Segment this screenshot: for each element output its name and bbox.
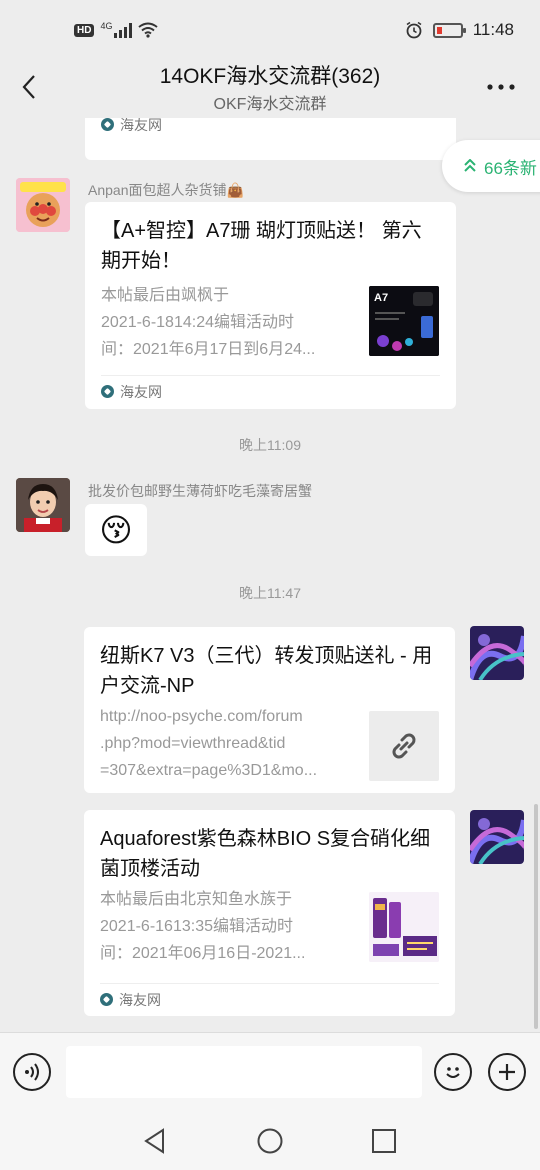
card-source: 海友网 — [120, 383, 162, 400]
triangle-back-icon — [144, 1128, 164, 1154]
link-icon — [392, 733, 416, 759]
circle-home-icon — [257, 1128, 283, 1154]
card-title: 【A+智控】A7珊 瑚灯顶贴送！ 第六期开始！ — [101, 220, 422, 272]
girl-avatar-image — [16, 478, 70, 532]
card-description: 本帖最后由北京知鱼水族于 2021-6-1613:35编辑活动时 间：2021年… — [100, 886, 355, 967]
avatar[interactable] — [16, 178, 70, 232]
thumb-text: A7 — [374, 292, 388, 304]
sender-name: 批发价包邮野生薄荷虾吃毛藻寄居蟹 — [88, 483, 312, 499]
card-thumbnail: A7 — [369, 286, 439, 356]
card-thumbnail — [369, 711, 439, 781]
nav-back-button[interactable] — [138, 1124, 172, 1158]
system-nav-bar — [0, 1110, 540, 1170]
source-icon — [101, 118, 114, 131]
wifi-icon — [138, 22, 159, 38]
timestamp: 晚上11:47 — [239, 585, 301, 601]
anpanman-avatar-image — [16, 178, 70, 232]
card-desc-line: 间：2021年06月16日-2021... — [100, 945, 306, 962]
input-bar — [0, 1032, 540, 1110]
signal-icon — [114, 22, 133, 38]
more-button[interactable] — [484, 72, 518, 102]
card-desc-line: 2021-6-1613:35编辑活动时 — [100, 918, 293, 935]
card-desc-line: 本帖最后由北京知鱼水族于 — [100, 891, 293, 908]
card-desc-line: 本帖最后由飒枫于 — [101, 287, 230, 304]
double-chevron-up-icon — [464, 159, 476, 172]
link-card[interactable]: Aquaforest紫色森林BIO S复合硝化细菌顶楼活动 本帖最后由北京知鱼水… — [84, 810, 455, 1016]
source-icon — [101, 385, 114, 398]
status-left: HD 4G — [74, 21, 159, 38]
card-source: 海友网 — [119, 991, 161, 1008]
hd-badge: HD — [74, 23, 95, 37]
emoji-message[interactable]: 😚 — [85, 504, 147, 556]
voice-button[interactable] — [13, 1053, 51, 1091]
message-input[interactable] — [66, 1046, 422, 1098]
card-desc-line: .php?mod=viewthread&tid — [100, 735, 286, 752]
more-functions-button[interactable] — [488, 1053, 526, 1091]
card-desc-line: 间：2021年6月17日到6月24... — [101, 341, 316, 358]
new-messages-label: 66条新 — [484, 158, 537, 178]
sender-name: Anpan面包超人杂货铺👜 — [88, 182, 244, 198]
smiley-icon — [446, 1067, 460, 1078]
card-desc-line: =307&extra=page%3D1&mo... — [100, 762, 318, 779]
chat-header: 14OKF海水交流群(362) OKF海水交流群 — [0, 56, 540, 118]
coral-avatar-image — [470, 810, 524, 864]
card-description: http://noo-psyche.com/forum .php?mod=vie… — [100, 703, 355, 784]
battery-icon — [432, 22, 466, 38]
bacteria-product-image — [369, 892, 439, 962]
square-recents-icon — [372, 1129, 396, 1153]
status-bar: HD 4G 11:48 — [0, 0, 540, 62]
card-source: 海友网 — [120, 118, 162, 133]
avatar[interactable] — [16, 478, 70, 532]
link-card[interactable]: 【A+智控】A7珊 瑚灯顶贴送！ 第六期开始！ 本帖最后由飒枫于 2021-6-… — [85, 202, 456, 409]
voice-icon — [25, 1063, 39, 1081]
chat-area[interactable]: 海友网 66条新 Anpan面包超人杂货铺👜 【A+智控】A7珊 瑚灯顶贴送！ … — [0, 118, 540, 1032]
card-title: Aquaforest紫色森林BIO S复合硝化细菌顶楼活动 — [100, 828, 431, 880]
nav-home-button[interactable] — [253, 1124, 287, 1158]
my-avatar[interactable] — [470, 810, 524, 864]
alarm-icon — [406, 21, 422, 39]
source-icon — [100, 993, 113, 1006]
card-description: 本帖最后由飒枫于 2021-6-1814:24编辑活动时 间：2021年6月17… — [101, 282, 356, 363]
card-thumbnail — [369, 892, 439, 962]
coral-avatar-image — [470, 626, 524, 680]
my-avatar[interactable] — [470, 626, 524, 680]
link-card[interactable]: 纽斯K7 V3（三代）转发顶贴送礼 - 用户交流-NP http://noo-p… — [84, 627, 455, 793]
kissing-face-emoji: 😚 — [99, 512, 133, 548]
card-desc-line: http://noo-psyche.com/forum — [100, 708, 303, 725]
scrollbar-thumb[interactable] — [534, 804, 538, 1029]
card-footer: 海友网 — [100, 983, 439, 1015]
card-title: 纽斯K7 V3（三代）转发顶贴送礼 - 用户交流-NP — [100, 645, 433, 697]
timestamp: 晚上11:09 — [239, 437, 301, 453]
card-footer: 海友网 — [101, 118, 440, 140]
status-time: 11:48 — [472, 20, 514, 39]
new-messages-button[interactable]: 66条新 — [442, 140, 540, 192]
more-dots-icon — [487, 84, 515, 90]
link-card[interactable]: 海友网 — [85, 118, 456, 160]
chat-title: 14OKF海水交流群(362) — [159, 65, 381, 88]
status-right: 11:48 — [405, 20, 514, 40]
nav-recents-button[interactable] — [367, 1124, 401, 1158]
card-footer: 海友网 — [101, 375, 440, 407]
emoji-button[interactable] — [434, 1053, 472, 1091]
a7-light-product-image: A7 — [369, 286, 439, 356]
network-type: 4G — [100, 21, 113, 31]
card-desc-line: 2021-6-1814:24编辑活动时 — [101, 314, 294, 331]
plus-icon — [499, 1064, 515, 1080]
chat-subtitle: OKF海水交流群 — [213, 96, 327, 113]
